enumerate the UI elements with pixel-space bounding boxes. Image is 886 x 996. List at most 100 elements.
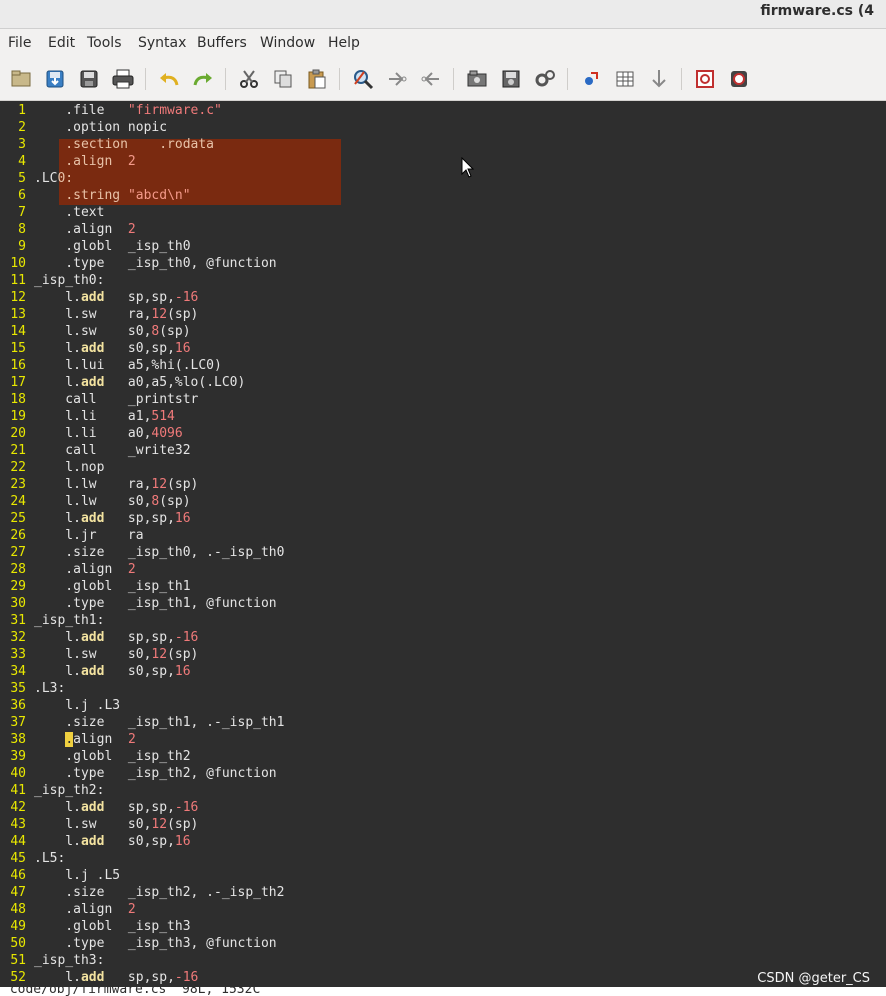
code-text: l.add a0,a5,%lo(.LC0) bbox=[34, 374, 245, 391]
code-token: 2 bbox=[127, 902, 136, 917]
code-token: add bbox=[80, 970, 105, 985]
code-text: .size _isp_th0, .-_isp_th0 bbox=[34, 544, 284, 561]
find-next-icon[interactable] bbox=[385, 67, 409, 91]
menu-help[interactable]: Help bbox=[328, 35, 360, 51]
code-token: .LC bbox=[34, 171, 58, 186]
help-icon[interactable] bbox=[693, 67, 717, 91]
save-icon[interactable] bbox=[43, 67, 67, 91]
code-text: .align 2 bbox=[34, 153, 135, 170]
editor-area[interactable]: 1 .file "firmware.c" 2 .option nopic 3 .se… bbox=[0, 101, 886, 987]
jump-tag-icon[interactable] bbox=[647, 67, 671, 91]
code-token: l.li a1, bbox=[34, 409, 152, 424]
code-text: .align 2 bbox=[34, 561, 135, 578]
print-icon[interactable] bbox=[111, 67, 135, 91]
code-token: 12 bbox=[151, 647, 168, 662]
code-token: l.j .L3 bbox=[34, 698, 121, 713]
save-all-icon[interactable] bbox=[77, 67, 101, 91]
find-replace-icon[interactable] bbox=[351, 67, 375, 91]
code-token: .type _isp_th1, @function bbox=[34, 596, 277, 611]
menu-tools[interactable]: Tools bbox=[87, 35, 122, 51]
code-text: l.nop bbox=[34, 459, 104, 476]
code-token: add bbox=[80, 664, 105, 679]
copy-icon[interactable] bbox=[271, 67, 295, 91]
code-text: l.add sp,sp,-16 bbox=[34, 969, 198, 986]
code-token: .globl _isp_th2 bbox=[34, 749, 191, 764]
line-number: 31 bbox=[10, 613, 26, 628]
code-token: call _printstr bbox=[34, 392, 199, 407]
code-token: .size _isp_th2, .-_isp_th2 bbox=[34, 885, 285, 900]
code-text: .L3: bbox=[34, 680, 65, 697]
line-number: 49 bbox=[10, 919, 26, 934]
save-session-icon[interactable] bbox=[499, 67, 523, 91]
line-number: 15 bbox=[10, 341, 26, 356]
toolbar-separator bbox=[145, 68, 146, 90]
find-prev-icon[interactable] bbox=[419, 67, 443, 91]
line-number: 32 bbox=[10, 630, 26, 645]
menu-window[interactable]: Window bbox=[260, 35, 315, 51]
build-tags-icon[interactable] bbox=[613, 67, 637, 91]
menu-file[interactable]: File bbox=[8, 35, 31, 51]
code-token: sp,sp, bbox=[104, 630, 175, 645]
open-icon[interactable] bbox=[9, 67, 33, 91]
line-number: 5 bbox=[18, 171, 26, 186]
line-number: 21 bbox=[10, 443, 26, 458]
code-token: l. bbox=[34, 290, 81, 305]
line-number: 38 bbox=[10, 732, 26, 747]
find-help-icon[interactable] bbox=[727, 67, 751, 91]
line-number: 4 bbox=[18, 154, 26, 169]
code-text: l.add sp,sp,16 bbox=[34, 510, 190, 527]
code-token: add bbox=[80, 800, 105, 815]
menu-buffers[interactable]: Buffers bbox=[197, 35, 247, 51]
menu-edit[interactable]: Edit bbox=[48, 35, 75, 51]
menu-syntax[interactable]: Syntax bbox=[138, 35, 186, 51]
code-token: a0,a5,%lo(.LC0) bbox=[104, 375, 246, 390]
code-text: call _write32 bbox=[34, 442, 191, 459]
line-number: 40 bbox=[10, 766, 26, 781]
cut-icon[interactable] bbox=[237, 67, 261, 91]
line-number: 17 bbox=[10, 375, 26, 390]
line-number: 51 bbox=[10, 953, 26, 968]
code-token: .align bbox=[34, 222, 128, 237]
code-token: .type _isp_th2, @function bbox=[34, 766, 277, 781]
undo-icon[interactable] bbox=[157, 67, 181, 91]
line-number: 43 bbox=[10, 817, 26, 832]
code-token: 16 bbox=[174, 834, 191, 849]
code-token: s0,sp, bbox=[104, 341, 175, 356]
code-token: 4096 bbox=[151, 426, 183, 441]
load-session-icon[interactable] bbox=[465, 67, 489, 91]
line-number: 48 bbox=[10, 902, 26, 917]
make-icon[interactable] bbox=[579, 67, 603, 91]
code-text: .string "abcd\n" bbox=[34, 187, 190, 204]
menu-bar: File Edit Tools Syntax Buffers Window He… bbox=[0, 29, 886, 59]
paste-icon[interactable] bbox=[305, 67, 329, 91]
run-script-icon[interactable] bbox=[533, 67, 557, 91]
code-text: l.add sp,sp,-16 bbox=[34, 289, 198, 306]
code-text: l.j .L5 bbox=[34, 867, 120, 884]
line-number: 11 bbox=[10, 273, 26, 288]
code-text: .type _isp_th3, @function bbox=[34, 935, 276, 952]
line-number: 7 bbox=[18, 205, 26, 220]
line-number: 23 bbox=[10, 477, 26, 492]
code-token: 12 bbox=[151, 307, 168, 322]
code-token: l. bbox=[34, 341, 81, 356]
toolbar bbox=[0, 59, 886, 101]
line-number: 16 bbox=[10, 358, 26, 373]
redo-icon[interactable] bbox=[191, 67, 215, 91]
code-token: .string bbox=[65, 188, 128, 203]
code-text: .globl _isp_th2 bbox=[34, 748, 191, 765]
code-token: .align bbox=[34, 154, 128, 169]
line-number: 13 bbox=[10, 307, 26, 322]
mouse-pointer-icon bbox=[461, 156, 475, 183]
line-number: 12 bbox=[10, 290, 26, 305]
code-token: l.li a0, bbox=[34, 426, 152, 441]
code-token: add bbox=[80, 290, 105, 305]
code-text: .globl _isp_th0 bbox=[34, 238, 190, 255]
code-token: 514 bbox=[151, 409, 175, 424]
code-token: l.sw ra, bbox=[34, 307, 152, 322]
code-token: -16 bbox=[174, 630, 199, 645]
code-token: call _write32 bbox=[34, 443, 191, 458]
code-token: add bbox=[80, 341, 105, 356]
code-token: sp,sp, bbox=[104, 970, 175, 985]
code-text: .file "firmware.c" bbox=[34, 102, 222, 119]
code-token: l. bbox=[34, 664, 81, 679]
